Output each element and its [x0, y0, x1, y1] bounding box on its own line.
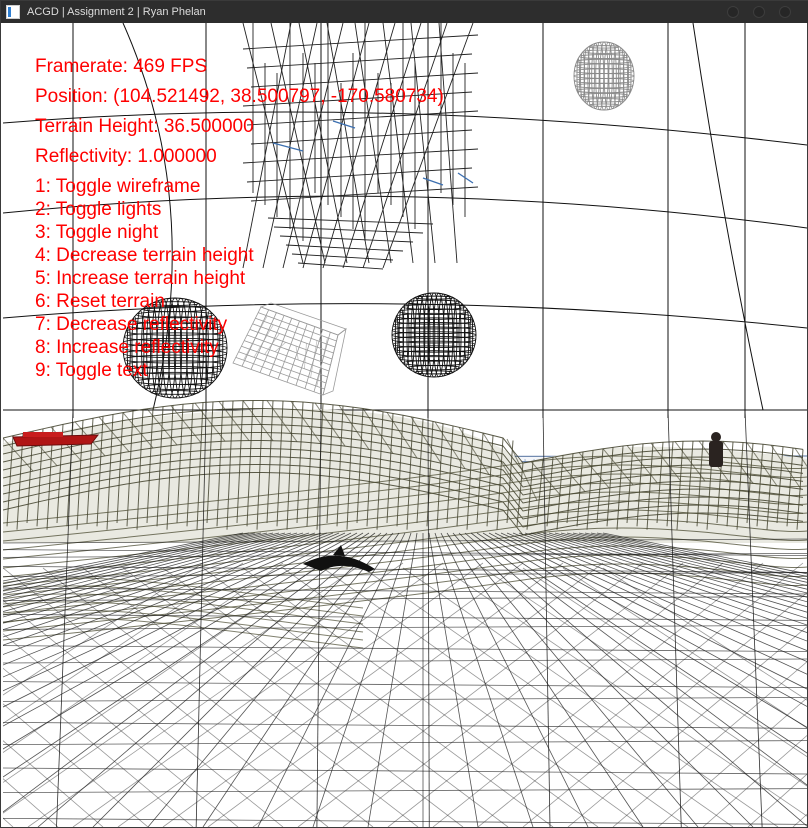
key-help-lights: 2: Toggle lights: [35, 199, 162, 220]
wireframe-scene: [3, 23, 807, 827]
minimize-button[interactable]: [727, 6, 739, 18]
key-help-toggle-text: 9: Toggle text: [35, 360, 148, 381]
application-window: ACGD | Assignment 2 | Ryan Phelan Framer…: [0, 0, 808, 828]
maximize-button[interactable]: [753, 6, 765, 18]
render-viewport[interactable]: Framerate: 469 FPS Position: (104.521492…: [3, 23, 807, 827]
terrain-height-readout: Terrain Height: 36.500000: [35, 116, 254, 137]
dark-figure: [709, 432, 723, 467]
key-help-reset-terrain: 6: Reset terrain: [35, 291, 165, 312]
reflectivity-readout: Reflectivity: 1.000000: [35, 146, 217, 167]
key-help-increase-terrain: 5: Increase terrain height: [35, 268, 246, 289]
app-window-icon: [6, 5, 20, 19]
key-help-increase-reflectivity: 8: Increase reflectivity: [35, 337, 219, 358]
key-help-night: 3: Toggle night: [35, 222, 159, 243]
framerate-readout: Framerate: 469 FPS: [35, 56, 208, 77]
close-button[interactable]: [779, 6, 791, 18]
title-bar[interactable]: ACGD | Assignment 2 | Ryan Phelan: [1, 1, 808, 23]
key-help-wireframe: 1: Toggle wireframe: [35, 176, 201, 197]
key-help-decrease-terrain: 4: Decrease terrain height: [35, 245, 254, 266]
window-title: ACGD | Assignment 2 | Ryan Phelan: [27, 6, 206, 18]
key-help-decrease-reflectivity: 7: Decrease reflectivity: [35, 314, 228, 335]
position-readout: Position: (104.521492, 38.500797, -170.5…: [35, 86, 444, 107]
